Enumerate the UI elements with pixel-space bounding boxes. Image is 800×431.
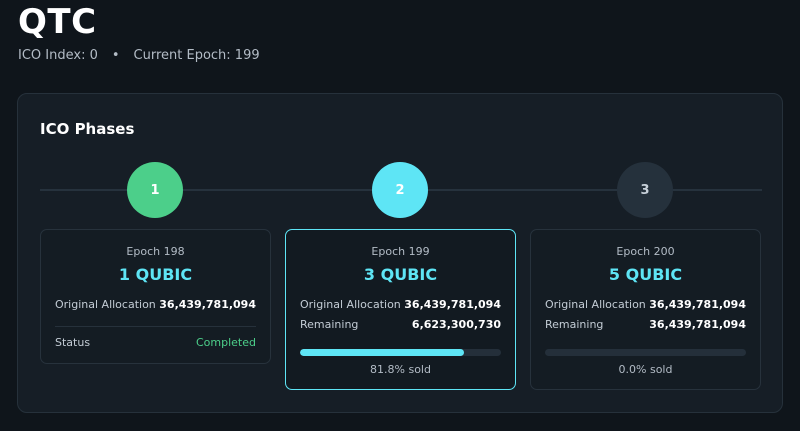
phase-price: 1 QUBIC [118,265,193,284]
remaining-row: Remaining 36,439,781,094 [545,316,746,332]
allocation-label: Original Allocation [55,297,156,311]
card-divider [55,326,256,327]
status-badge: Completed [196,335,256,349]
phase-price: 5 QUBIC [608,265,683,284]
allocation-value: 36,439,781,094 [159,297,256,311]
phase-epoch: Epoch 199 [371,245,430,258]
phase-step-3: 3 [617,162,673,218]
page-title: QTC [18,2,97,42]
phase-step-1: 1 [127,162,183,218]
sold-text: 0.0% sold [618,363,673,376]
meta-separator: • [111,48,120,63]
page-meta: ICO Index: 0 • Current Epoch: 199 [18,48,260,63]
remaining-label: Remaining [300,317,359,331]
status-row: Status Completed [55,334,256,350]
progress-bar [545,349,746,356]
allocation-label: Original Allocation [300,297,401,311]
phase-epoch: Epoch 198 [126,245,185,258]
status-label: Status [55,335,91,349]
ico-phases-panel: ICO Phases 1 2 3 Epoch 198 1 QUBIC Origi… [17,93,783,413]
phase-card-1: Epoch 198 1 QUBIC Original Allocation 36… [40,229,271,364]
allocation-value: 36,439,781,094 [649,297,746,311]
sold-text: 81.8% sold [370,363,431,376]
remaining-row: Remaining 6,623,300,730 [300,316,501,332]
remaining-label: Remaining [545,317,604,331]
ico-index: ICO Index: 0 [18,48,98,63]
progress-bar [300,349,501,356]
allocation-row: Original Allocation 36,439,781,094 [300,296,501,312]
phase-step-2: 2 [372,162,428,218]
panel-title: ICO Phases [40,120,135,138]
remaining-value: 6,623,300,730 [411,317,501,331]
allocation-value: 36,439,781,094 [404,297,501,311]
phase-price: 3 QUBIC [363,265,438,284]
allocation-label: Original Allocation [545,297,646,311]
phase-epoch: Epoch 200 [616,245,675,258]
phase-card-3: Epoch 200 5 QUBIC Original Allocation 36… [530,229,761,390]
phase-card-2: Epoch 199 3 QUBIC Original Allocation 36… [285,229,516,390]
progress-fill [300,349,465,356]
current-epoch: Current Epoch: 199 [133,48,260,63]
allocation-row: Original Allocation 36,439,781,094 [545,296,746,312]
allocation-row: Original Allocation 36,439,781,094 [55,296,256,312]
remaining-value: 36,439,781,094 [649,317,746,331]
